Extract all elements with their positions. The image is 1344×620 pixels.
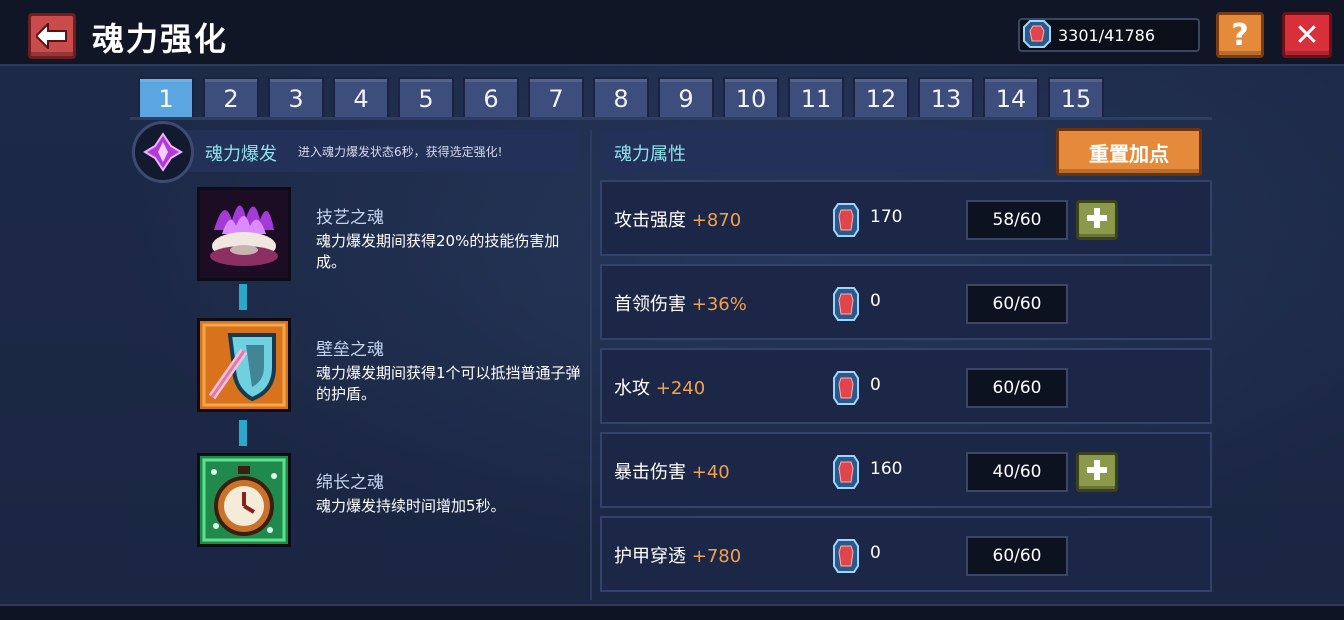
level-tabs: 1 2 3 4 5 6 7 8 9 10 11 12 13 14 15 [138,77,1104,119]
attribute-row: 水攻 +240 0 60/60 [600,348,1212,424]
attribute-row: 首领伤害 +36% 0 60/60 [600,264,1212,340]
soul-gem-icon [832,284,860,328]
close-button[interactable]: ✕ [1282,12,1332,58]
bottom-border [0,604,1344,620]
skill-description: 魂力爆发持续时间增加5秒。 [316,497,506,515]
attribute-name: 攻击强度 [614,210,686,231]
back-button[interactable] [28,13,76,59]
skill-description: 魂力爆发期间获得1个可以抵挡普通子弹的护盾。 [316,364,581,403]
attribute-label: 水攻 +240 [614,374,705,400]
tab-8[interactable]: 8 [593,77,649,119]
attribute-label: 首领伤害 +36% [614,290,747,316]
tab-10[interactable]: 10 [723,77,779,119]
soul-currency-display: 3301/41786 [1018,18,1200,52]
tab-divider [130,117,1212,120]
upgrade-plus-button[interactable] [1076,200,1118,240]
skill-icon-endurance[interactable] [197,453,291,547]
tab-5[interactable]: 5 [398,77,454,119]
attribute-level: 40/60 [966,452,1068,492]
attribute-level: 60/60 [966,368,1068,408]
tab-1[interactable]: 1 [138,77,194,119]
skill-name: 绵长之魂 [316,473,384,493]
purple-crystal-icon [143,132,183,172]
attribute-name: 暴击伤害 [614,462,686,483]
attribute-level: 58/60 [966,200,1068,240]
attribute-label: 暴击伤害 +40 [614,458,730,484]
skill-description: 魂力爆发期间获得20%的技能伤害加成。 [316,232,560,271]
purple-flame-shell-icon [200,190,288,278]
attribute-level: 60/60 [966,536,1068,576]
soul-gem-icon [1023,20,1051,48]
soul-gem-icon [832,200,860,244]
tab-14[interactable]: 14 [983,77,1039,119]
panel-divider [590,130,592,600]
soul-burst-icon [132,121,194,183]
upgrade-plus-button[interactable] [1076,452,1118,492]
attribute-row: 暴击伤害 +40 160 40/60 [600,432,1212,508]
skill-connector [239,284,247,310]
attribute-label: 护甲穿透 +780 [614,542,741,568]
attribute-row: 攻击强度 +870 170 58/60 [600,180,1212,256]
attribute-bonus: +240 [655,378,706,399]
plus-icon [1085,206,1109,234]
soul-gem-icon [832,452,860,496]
skill-icon-bulwark[interactable] [197,318,291,412]
skill-name: 壁垒之魂 [316,340,384,360]
shield-sword-icon [200,321,288,409]
upgrade-cost: 0 [870,375,881,395]
tab-2[interactable]: 2 [203,77,259,119]
page-title: 魂力强化 [92,20,229,58]
tab-11[interactable]: 11 [788,77,844,119]
skill-icon-technique[interactable] [197,187,291,281]
attribute-bonus: +870 [691,210,742,231]
attribute-name: 水攻 [614,378,650,399]
plus-icon [1085,458,1109,486]
attribute-name: 首领伤害 [614,294,686,315]
attribute-level: 60/60 [966,284,1068,324]
attribute-name: 护甲穿透 [614,546,686,567]
skill-name: 技艺之魂 [316,208,384,228]
stopwatch-icon [200,456,288,544]
upgrade-cost: 170 [870,207,903,227]
arrow-left-icon [36,23,67,49]
soul-gem-icon [832,368,860,412]
tab-6[interactable]: 6 [463,77,519,119]
tab-15[interactable]: 15 [1048,77,1104,119]
attribute-label: 攻击强度 +870 [614,206,741,232]
attribute-bonus: +780 [691,546,742,567]
burst-description: 进入魂力爆发状态6秒，获得选定强化! [298,145,503,159]
burst-title: 魂力爆发 [205,144,277,165]
attribute-bonus: +40 [691,462,730,483]
tab-4[interactable]: 4 [333,77,389,119]
tab-9[interactable]: 9 [658,77,714,119]
soul-gem-icon [832,536,860,580]
tab-3[interactable]: 3 [268,77,324,119]
upgrade-cost: 0 [870,543,881,563]
tab-13[interactable]: 13 [918,77,974,119]
attribute-row: 护甲穿透 +780 0 60/60 [600,516,1212,592]
skill-connector [239,420,247,446]
upgrade-cost: 160 [870,459,903,479]
attribute-bonus: +36% [691,294,747,315]
currency-amount: 3301/41786 [1058,25,1156,45]
tab-7[interactable]: 7 [528,77,584,119]
attributes-title: 魂力属性 [614,144,686,165]
tab-12[interactable]: 12 [853,77,909,119]
help-button[interactable]: ? [1216,12,1264,58]
upgrade-cost: 0 [870,291,881,311]
reset-points-button[interactable]: 重置加点 [1056,128,1202,176]
